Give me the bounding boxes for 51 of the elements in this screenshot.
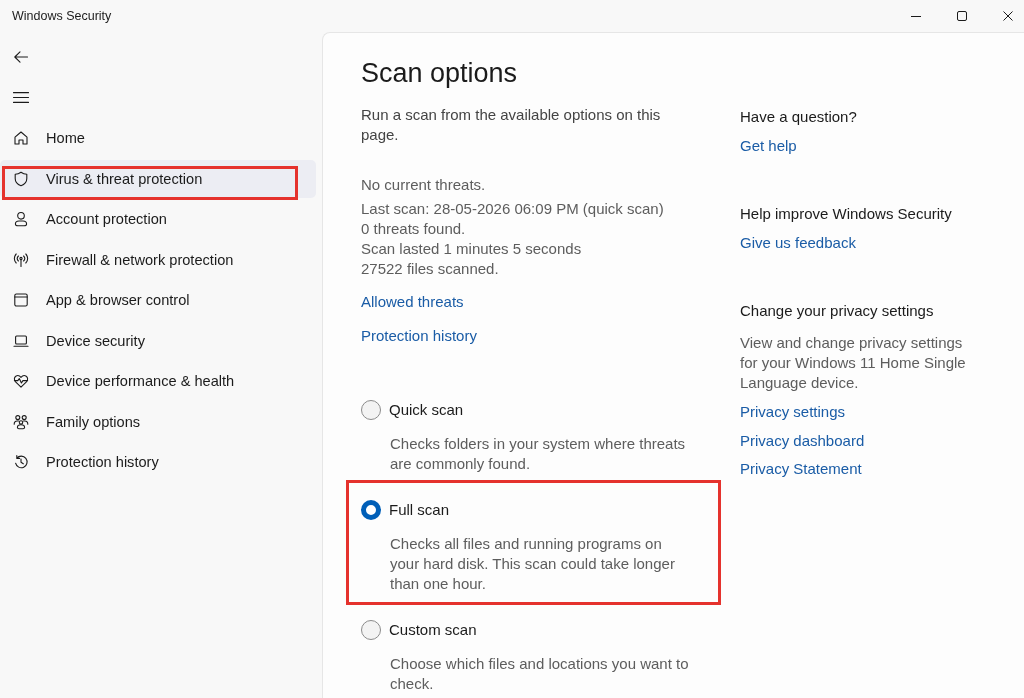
scan-status-line: 27522 files scanned. (361, 259, 500, 279)
text-link[interactable]: Privacy dashboard (740, 431, 865, 449)
app-window-icon (13, 292, 29, 308)
nav-item[interactable]: Device performance & health (0, 362, 316, 400)
menu-icon (13, 91, 29, 103)
scan-status-line: 0 threats found. (361, 219, 467, 239)
maximize-icon (957, 11, 967, 21)
history-clock-icon (13, 454, 29, 470)
option-label[interactable]: Quick scan (389, 400, 464, 420)
page-title: Scan options (361, 57, 519, 90)
shield-icon (13, 170, 29, 187)
threat-status: No current threats. (361, 175, 487, 195)
nav-item[interactable]: Protection history (0, 443, 316, 481)
section-description: View and change privacy settings for your Windows 11 Home Single Language device. (740, 333, 967, 393)
window-title: Windows Security (11, 8, 112, 25)
text-link[interactable]: Protection history (361, 327, 477, 344)
antenna-icon (13, 251, 29, 268)
radio-button[interactable] (361, 400, 381, 420)
scan-status-line: Last scan: 28-05-2026 06:09 PM (quick scan) (361, 199, 665, 219)
radio-button[interactable] (361, 620, 381, 640)
home-icon (13, 130, 29, 146)
option-label[interactable]: Custom scan (389, 620, 477, 640)
heart-pulse-icon (13, 373, 29, 389)
option-description: Checks all files and running programs on your hard disk. This scan could take longer than one hour. (390, 534, 676, 594)
text-link[interactable]: Privacy Statement (740, 460, 862, 477)
text-link[interactable]: Give us feedback (740, 234, 856, 251)
close-icon (1003, 11, 1013, 21)
nav-item[interactable]: App & browser control (0, 281, 316, 319)
back-arrow-icon (14, 51, 28, 63)
section-heading: Change your privacy settings (740, 301, 935, 321)
option-label[interactable]: Full scan (389, 500, 450, 520)
text-link[interactable]: Privacy settings (740, 403, 846, 420)
family-icon (13, 413, 29, 430)
nav-item[interactable]: Account protection (0, 200, 316, 238)
page-description: Run a scan from the available options on this page. (361, 105, 662, 145)
radio-button[interactable] (361, 500, 381, 520)
nav-item[interactable]: Virus & threat protection (0, 159, 316, 198)
nav-item[interactable]: Device security (0, 321, 316, 360)
section-heading: Have a question? (740, 107, 858, 127)
scan-status-line: Scan lasted 1 minutes 5 seconds (361, 239, 583, 259)
section-heading: Help improve Windows Security (740, 204, 953, 224)
text-link[interactable]: Get help (740, 137, 797, 154)
nav-item[interactable]: Family options (0, 402, 316, 441)
nav-item[interactable]: Home (0, 119, 316, 157)
option-description: Choose which files and locations you want to check. (390, 654, 690, 694)
text-link[interactable]: Allowed threats (361, 293, 464, 310)
person-icon (13, 211, 29, 227)
option-description: Checks folders in your system where threats are commonly found. (390, 434, 687, 474)
laptop-icon (13, 332, 29, 349)
minimize-icon (911, 15, 921, 17)
nav-item[interactable]: Firewall & network protection (0, 240, 316, 279)
